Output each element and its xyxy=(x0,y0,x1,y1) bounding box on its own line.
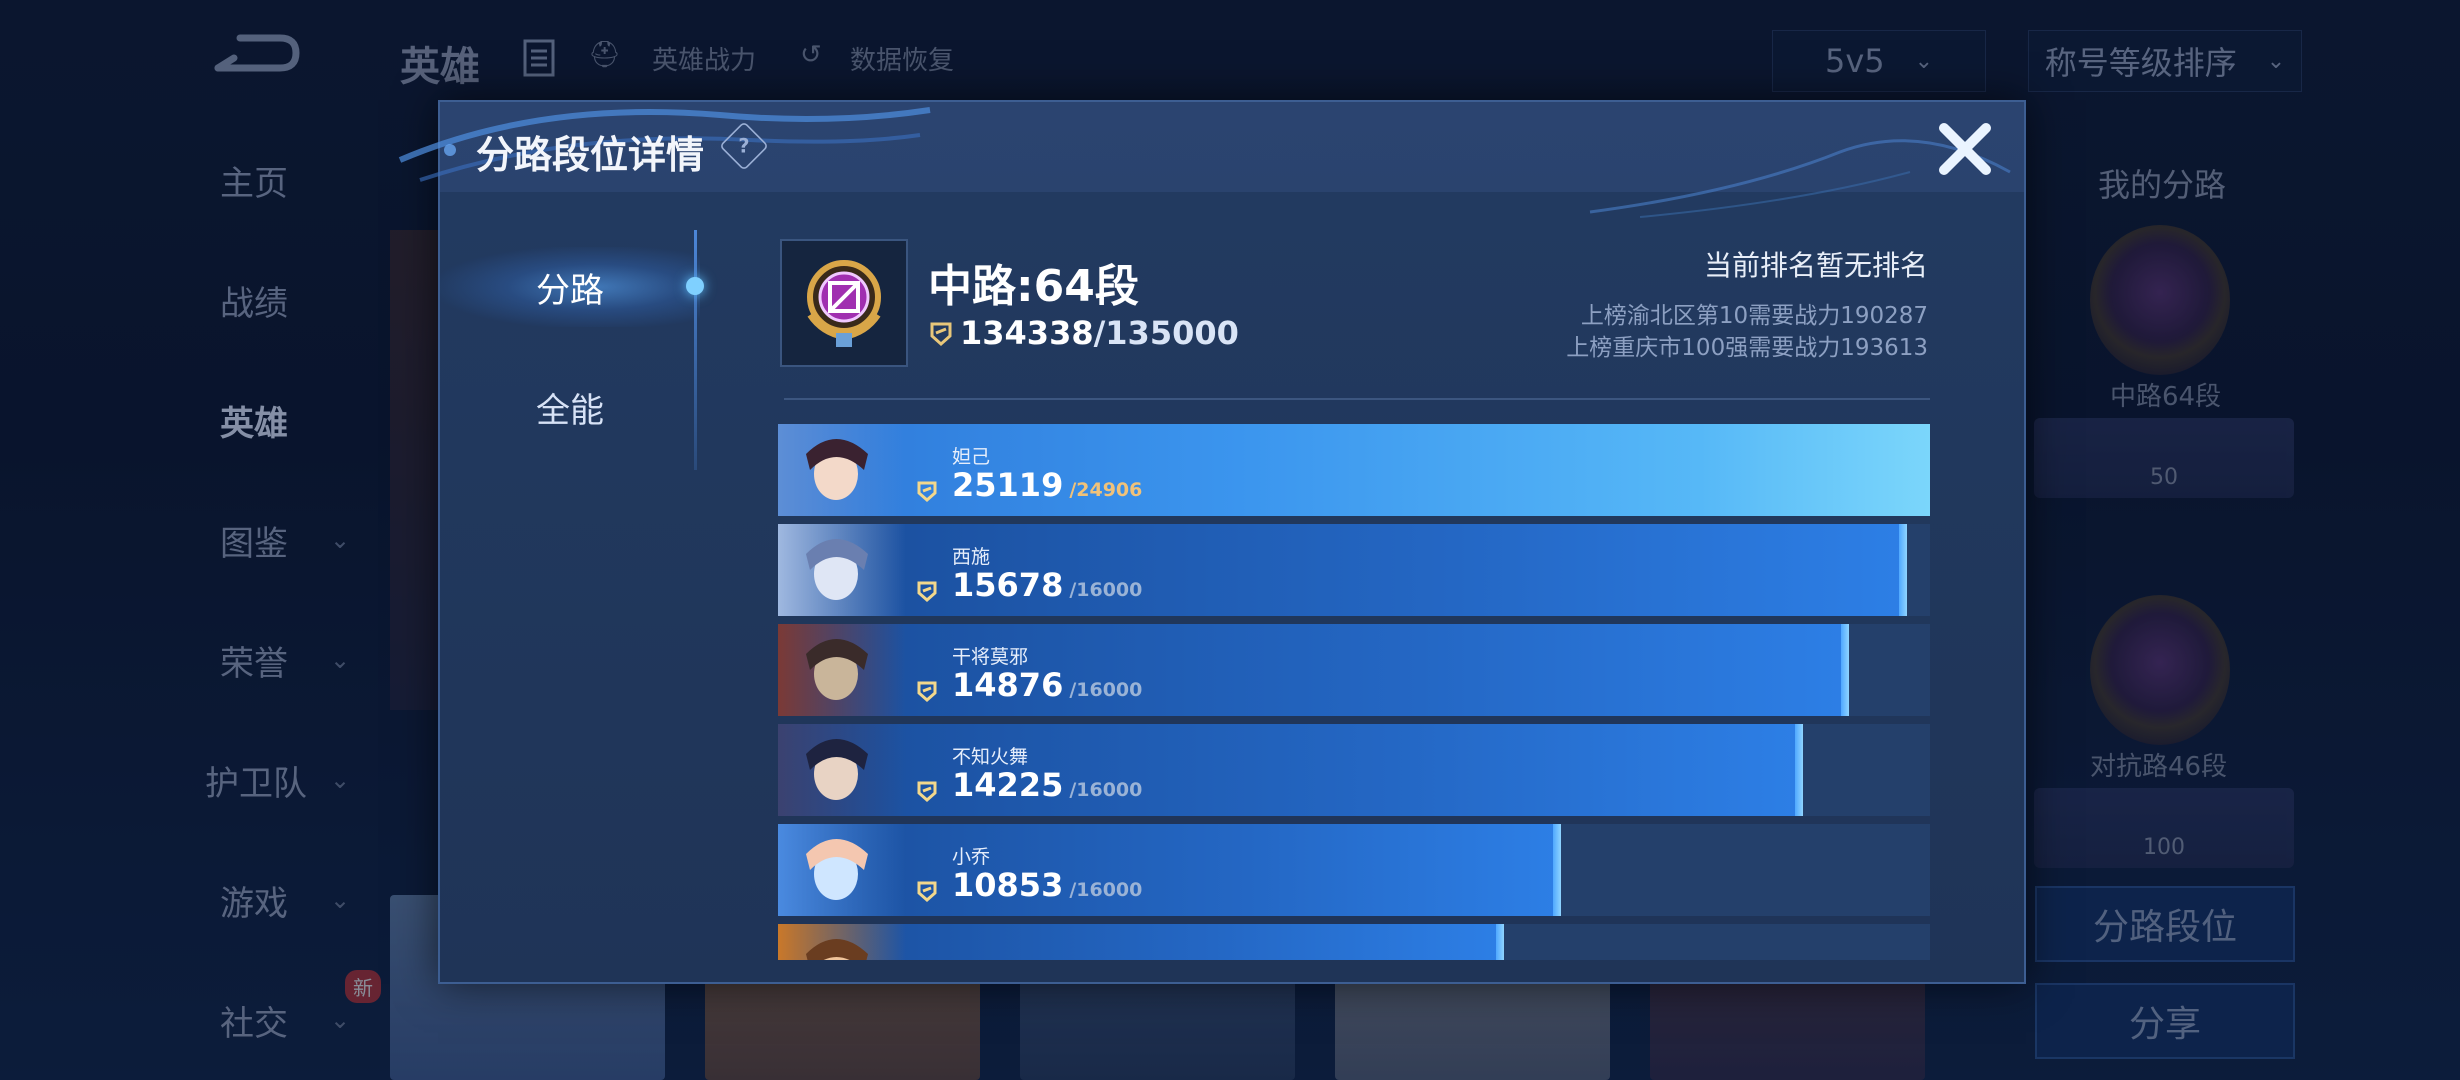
power-icon xyxy=(917,481,937,502)
hero-power: 14876/16000 xyxy=(952,666,1142,704)
hero-portrait xyxy=(778,824,906,916)
hero-name: 西施 xyxy=(952,546,991,568)
hero-row[interactable]: 不知火舞 14225/16000 xyxy=(778,724,1930,816)
hero-power-value: 25119 xyxy=(952,466,1064,504)
rank-badge xyxy=(780,239,908,367)
rank-requirement-district: 上榜渝北区第10需要战力190287 xyxy=(1580,303,1928,329)
hero-row[interactable]: 西施 15678/16000 xyxy=(778,524,1930,616)
tab-lane[interactable]: 分路 xyxy=(440,247,700,327)
tab-divider xyxy=(694,230,697,470)
rank-score-value: 134338 xyxy=(960,314,1094,352)
hero-name: 干将莫邪 xyxy=(952,646,1029,668)
hero-power: 15678/16000 xyxy=(952,566,1142,604)
hero-portrait xyxy=(778,624,906,716)
hero-power-max: /24906 xyxy=(1069,479,1143,501)
hero-portrait xyxy=(778,524,906,616)
lane-rank-detail-modal: 分路段位详情 ? 分路 全能 中路:64段 134338/135000 当前排名… xyxy=(398,100,2026,984)
hero-power-max: /16000 xyxy=(1069,779,1143,801)
active-tab-indicator xyxy=(686,277,704,295)
power-icon xyxy=(917,581,937,602)
hero-power-max: /16000 xyxy=(1069,679,1143,701)
hero-portrait xyxy=(778,924,906,960)
hero-row[interactable] xyxy=(778,924,1930,960)
mid-lane-rank-icon xyxy=(807,260,881,347)
hero-row[interactable]: 小乔 10853/16000 xyxy=(778,824,1930,916)
rank-requirement-city: 上榜重庆市100强需要战力193613 xyxy=(1566,335,1928,361)
power-icon xyxy=(917,781,937,802)
hero-power-value: 15678 xyxy=(952,566,1064,604)
hero-portrait xyxy=(778,424,906,516)
tab-all-round[interactable]: 全能 xyxy=(440,367,700,447)
hero-name: 妲己 xyxy=(952,446,991,468)
modal-title: 分路段位详情 xyxy=(476,133,705,177)
power-icon xyxy=(917,681,937,702)
bar-edge-highlight xyxy=(1898,524,1907,616)
bar-edge-highlight xyxy=(1495,924,1504,960)
hero-power-max: /16000 xyxy=(1069,879,1143,901)
hero-name: 小乔 xyxy=(952,846,991,868)
hero-row[interactable]: 干将莫邪 14876/16000 xyxy=(778,624,1930,716)
hero-power-value: 14876 xyxy=(952,666,1064,704)
close-icon[interactable] xyxy=(1930,114,2000,184)
hero-power-list[interactable]: 妲己 25119/24906 西施 15678/16000 干将莫邪 14876/1600… xyxy=(778,424,1930,960)
help-glyph: ? xyxy=(738,134,750,158)
bar-edge-highlight xyxy=(1795,724,1804,816)
bar-edge-highlight xyxy=(1553,824,1562,916)
divider xyxy=(784,398,1930,400)
rank-score: 134338/135000 xyxy=(960,314,1239,352)
hero-portrait xyxy=(778,724,906,816)
bar-edge-highlight xyxy=(1841,624,1850,716)
hero-power-bar xyxy=(778,424,1930,516)
hero-power-max: /16000 xyxy=(1069,579,1143,601)
power-icon xyxy=(930,322,952,347)
rank-score-total: /135000 xyxy=(1093,314,1239,352)
power-icon xyxy=(917,881,937,902)
hero-power: 14225/16000 xyxy=(952,766,1142,804)
hero-power-value: 10853 xyxy=(952,866,1064,904)
hero-power-bar xyxy=(778,524,1907,616)
hero-power: 25119/24906 xyxy=(952,466,1142,504)
hero-name: 不知火舞 xyxy=(952,746,1029,768)
hero-power: 10853/16000 xyxy=(952,866,1142,904)
hero-power-value: 14225 xyxy=(952,766,1064,804)
rank-title: 中路:64段 xyxy=(928,261,1139,312)
hero-row[interactable]: 妲己 25119/24906 xyxy=(778,424,1930,516)
rank-status: 当前排名暂无排名 xyxy=(1703,249,1928,282)
